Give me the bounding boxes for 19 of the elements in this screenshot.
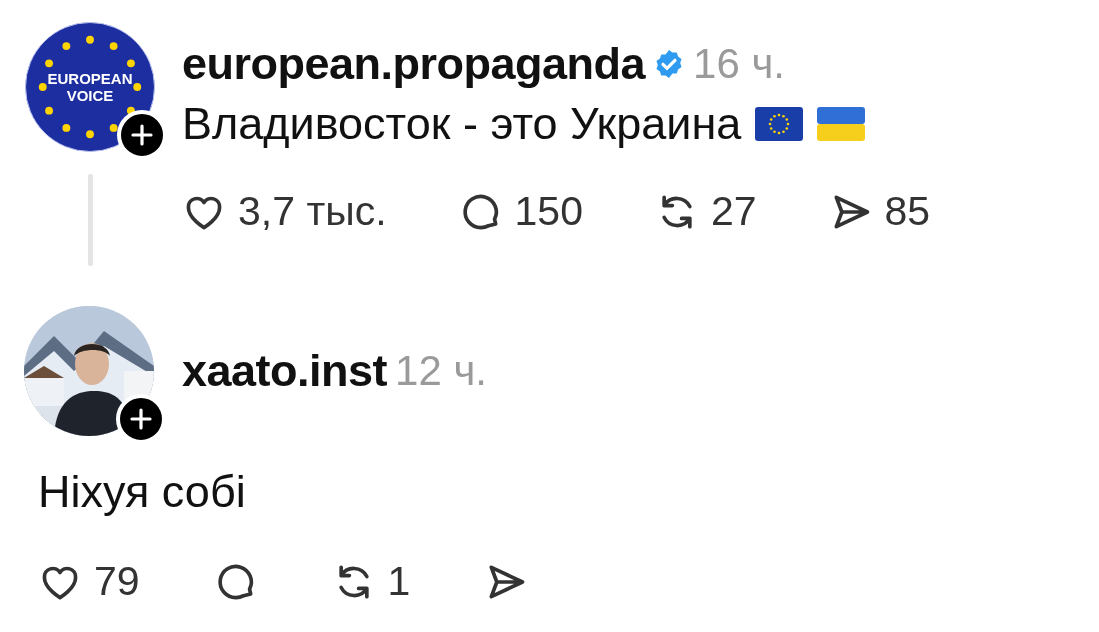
ukraine-flag-icon <box>817 107 866 141</box>
post-time: 12 ч. <box>395 347 487 395</box>
repost-button[interactable]: 27 <box>654 188 757 235</box>
eu-flag-icon <box>755 107 804 141</box>
avatar-logo[interactable]: EUROPEAN VOICE <box>25 22 155 152</box>
repost-button[interactable]: 1 <box>331 558 411 605</box>
username[interactable]: european.propaganda <box>182 38 646 90</box>
plus-icon <box>129 407 153 431</box>
reply-button[interactable]: 150 <box>458 188 583 235</box>
share-button[interactable]: 85 <box>828 188 931 235</box>
logo-text: VOICE <box>66 87 114 104</box>
like-button[interactable]: 79 <box>38 558 140 605</box>
like-button[interactable]: 3,7 тыс. <box>182 188 387 235</box>
post-text: Ніхуя собі <box>38 466 246 518</box>
post-time: 16 ч. <box>693 40 785 88</box>
plus-icon <box>130 123 154 147</box>
logo-text: EUROPEAN <box>47 70 133 87</box>
post-text: Владивосток - это Украина <box>182 98 742 150</box>
username[interactable]: xaato.inst <box>182 345 388 397</box>
